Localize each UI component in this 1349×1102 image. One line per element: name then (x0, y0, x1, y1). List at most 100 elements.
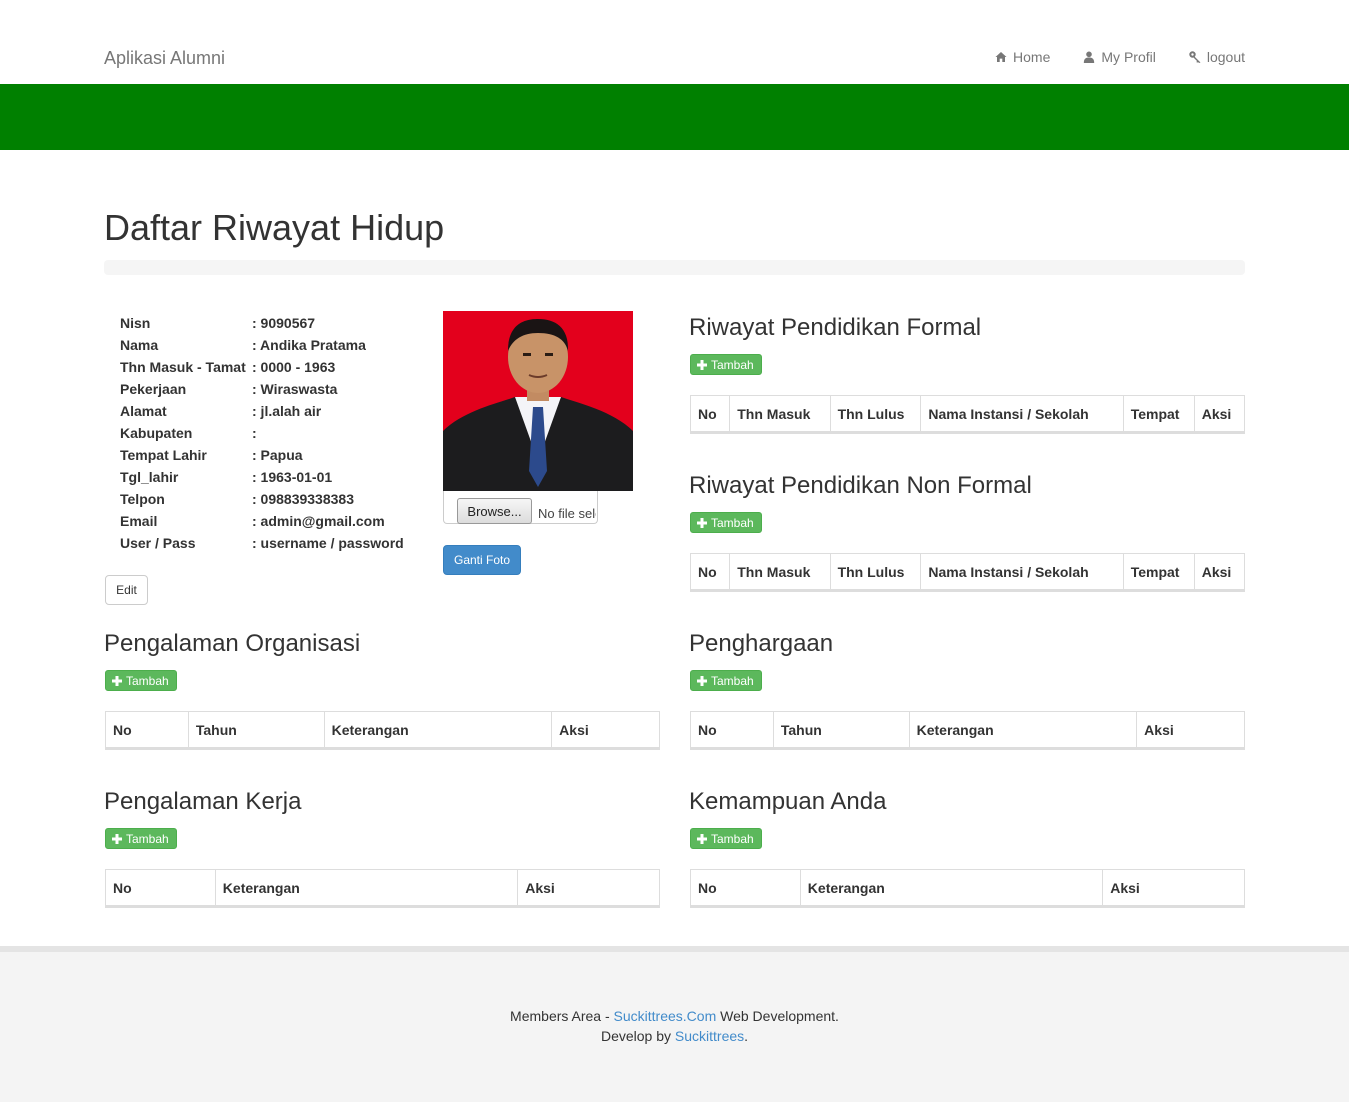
table-header-row: No Tahun Keterangan Aksi (690, 711, 1245, 748)
column-header: Aksi (525, 879, 555, 896)
section-title: Pengalaman Kerja (104, 788, 302, 815)
data-table: No Thn Masuk Thn Lulus Nama Instansi / Seko… (690, 395, 1245, 432)
table-header-row: No Keterangan Aksi (105, 869, 660, 906)
tambah-button[interactable]: Tambah (690, 354, 762, 375)
plus-icon (112, 675, 122, 686)
column-header: Keterangan (324, 711, 553, 748)
nav-logout[interactable]: logout (1189, 49, 1245, 65)
table-header-row: No Thn Masuk Thn Lulus Nama Instansi / Seko… (690, 553, 1245, 590)
column-header: No (690, 869, 801, 906)
browse-button[interactable]: Browse... (457, 498, 532, 524)
footer-text: Members Area - (510, 1008, 614, 1024)
nav-home[interactable]: Home (995, 49, 1050, 65)
profile-value: : (252, 425, 257, 441)
tambah-label: Tambah (711, 515, 754, 530)
footer-text: Develop by (600, 1028, 675, 1044)
profile-row: Tempat Lahir: Papua (120, 444, 404, 466)
profile-label: Thn Masuk - Tamat (120, 359, 246, 375)
tambah-label: Tambah (711, 831, 754, 846)
ganti-foto-button[interactable]: Ganti Foto (443, 545, 521, 575)
nav-my-profil-label: My Profil (1101, 49, 1156, 65)
profile-photo (443, 311, 633, 491)
column-header: Nama Instansi / Sekolah (920, 395, 1124, 432)
data-table: No Tahun Keterangan Aksi (105, 711, 660, 748)
profile-row: Email : admin@gmail.com (120, 510, 404, 532)
profile-row: Nisn: 9090567 (120, 312, 404, 334)
profile-value: : Andika Pratama (252, 337, 366, 353)
column-header: Nama Instansi / Sekolah (920, 553, 1124, 590)
profile-row: Alamat : jl.alah air (120, 400, 404, 422)
plus-icon (697, 359, 707, 370)
key-icon (1189, 51, 1201, 63)
table-header-row: No Tahun Keterangan Aksi (105, 711, 660, 748)
column-header: Thn Lulus (830, 553, 922, 590)
nav-my-profil[interactable]: My Profil (1083, 49, 1156, 65)
section-title: Pengalaman Organisasi (104, 630, 361, 657)
column-header: Thn Lulus (830, 395, 922, 432)
title-divider (104, 260, 1245, 275)
tambah-button[interactable]: Tambah (105, 670, 177, 691)
profile-label: Nama (120, 337, 159, 353)
data-table: No Thn Masuk Thn Lulus Nama Instansi / Seko… (690, 553, 1245, 590)
user-icon (1084, 51, 1095, 63)
column-header: No (690, 711, 774, 748)
column-header: Aksi (559, 721, 589, 738)
brand[interactable]: Aplikasi Alumni (104, 48, 225, 69)
profile-value: : 098839338383 (252, 491, 354, 507)
column-header: No (105, 869, 216, 906)
footer-line-1: Members Area - Suckittrees.Com Web Devel… (0, 1008, 1349, 1024)
profile-value: : 9090567 (252, 315, 316, 331)
profile-value: : username / password (252, 535, 404, 551)
column-header: Aksi (1201, 405, 1232, 422)
footer-text: Web Development. (716, 1008, 839, 1024)
photo-file-input[interactable]: Browse... No file selected. (443, 491, 598, 524)
profile-label: Pekerjaan (120, 381, 187, 397)
data-table: No Keterangan Aksi (690, 869, 1245, 906)
footer-link-dev[interactable]: Suckittrees (675, 1028, 744, 1044)
tambah-button[interactable]: Tambah (690, 828, 762, 849)
profile-value: : jl.alah air (252, 403, 322, 419)
home-icon (995, 52, 1007, 62)
nav-logout-label: logout (1206, 49, 1245, 65)
profile-label: Kabupaten (120, 425, 193, 441)
tambah-button[interactable]: Tambah (690, 670, 762, 691)
column-header: Tahun (773, 711, 910, 748)
profile-value: : Wiraswasta (252, 381, 338, 397)
column-header: Keterangan (800, 869, 1104, 906)
tambah-button[interactable]: Tambah (690, 512, 762, 533)
column-header: No (690, 553, 731, 590)
tambah-label: Tambah (126, 673, 169, 688)
profile-row: User / Pass: username / password (120, 532, 404, 554)
column-header: Tempat (1123, 553, 1195, 590)
nav-home-label: Home (1013, 49, 1051, 65)
column-header: Keterangan (909, 711, 1138, 748)
plus-icon (112, 833, 122, 844)
plus-icon (697, 517, 707, 528)
profile-label: Alamat (120, 403, 167, 419)
profile-label: Telpon (120, 491, 165, 507)
column-header: No (105, 711, 189, 748)
profile-value: : 0000 - 1963 (252, 359, 336, 375)
footer-text: . (744, 1028, 749, 1044)
table-header-row: No Keterangan Aksi (690, 869, 1245, 906)
profile-value: : admin@gmail.com (252, 513, 385, 529)
plus-icon (697, 833, 707, 844)
profile-row: Tgl_lahir: 1963-01-01 (120, 466, 404, 488)
column-header: Keterangan (215, 869, 519, 906)
data-table: No Tahun Keterangan Aksi (690, 711, 1245, 748)
profile-label: Email (120, 513, 158, 529)
tambah-label: Tambah (126, 831, 169, 846)
profile-row: Kabupaten: (120, 422, 404, 444)
edit-button[interactable]: Edit (105, 575, 148, 605)
footer-link-site[interactable]: Suckittrees.Com (614, 1008, 717, 1024)
tambah-button[interactable]: Tambah (105, 828, 177, 849)
section-title: Riwayat Pendidikan Formal (689, 314, 982, 341)
header-band (0, 84, 1349, 150)
footer: Members Area - Suckittrees.Com Web Devel… (0, 946, 1349, 1102)
nav-links: Home My Profil logout (995, 49, 1245, 65)
section-title: Penghargaan (689, 630, 834, 657)
column-header: Aksi (1110, 879, 1140, 896)
profile-row: Nama : Andika Pratama (120, 334, 404, 356)
column-header: Tahun (188, 711, 325, 748)
column-header: Aksi (1201, 563, 1232, 580)
